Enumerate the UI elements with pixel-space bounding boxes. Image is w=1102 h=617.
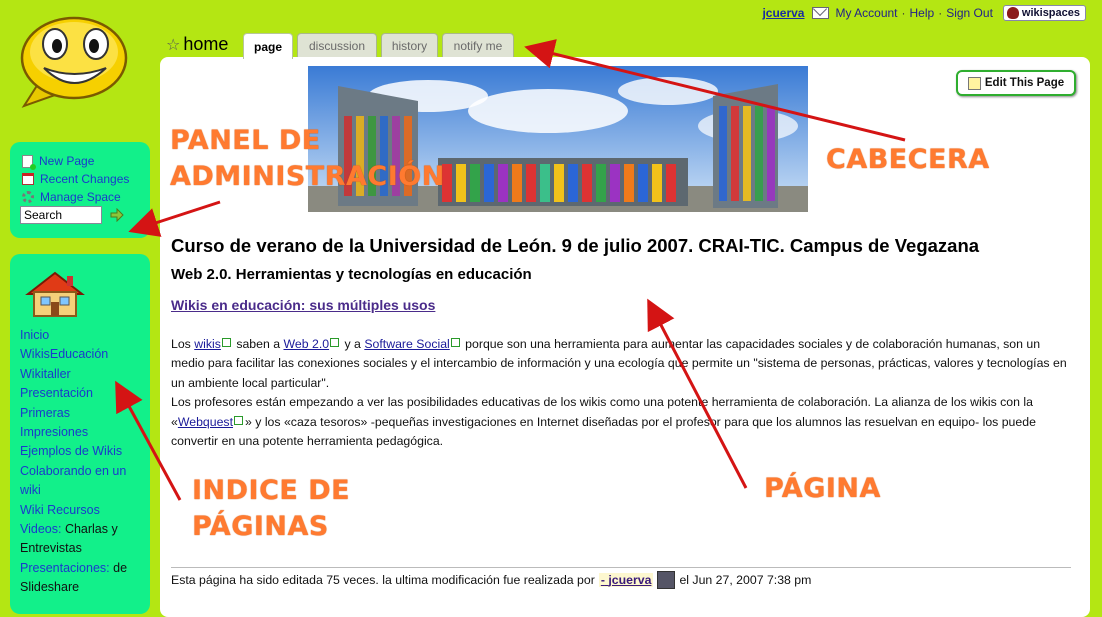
wikis-link[interactable]: wikis [194,337,221,351]
sidebar-item-link[interactable]: Ejemplos de Wikis [20,444,122,458]
paragraph-1: Los wikis saben a Web 2.0 y a Software S… [171,335,1071,393]
sidebar-item[interactable]: Slideshare [20,578,138,597]
footer-username[interactable]: jcuerva [608,573,651,587]
sidebar-item-link[interactable]: Wikitaller [20,367,71,381]
sidebar-item-link[interactable]: Inicio [20,328,49,342]
help-link[interactable]: Help [910,6,935,20]
username-link[interactable]: jcuerva [762,6,804,20]
web20-link[interactable]: Web 2.0 [284,337,330,351]
text-run: saben a [232,337,284,351]
sidebar-item-link[interactable]: Presentación [20,386,93,400]
body-text: Los wikis saben a Web 2.0 y a Software S… [171,335,1071,451]
manage-space-item[interactable]: Manage Space [22,190,121,204]
tab-discussion[interactable]: discussion [297,33,377,58]
sidebar-item[interactable]: wiki [20,481,138,500]
sidebar-item[interactable]: Ejemplos de Wikis [20,442,138,461]
edit-this-page-label: Edit This Page [984,77,1065,89]
calendar-icon [22,173,34,185]
sidebar-item[interactable]: Presentación [20,384,138,403]
external-link-icon [234,415,243,425]
sidebar-item-link[interactable]: Impresiones [20,425,88,439]
new-page-icon [22,154,36,170]
avatar[interactable] [657,571,676,589]
sidebar-item[interactable]: Impresiones [20,423,138,442]
external-link-icon [450,338,460,348]
page-index-list: Inicio WikisEducación Wikitaller Presentaci… [20,326,138,598]
text-run: y a [341,337,365,351]
page-name: home [183,34,229,54]
footer-date: el Jun 27, 2007 7:38 pm [679,573,812,587]
page-title: ☆ home [166,34,228,55]
annotation-admin-1: PANEL DE [170,125,321,156]
sidebar-item[interactable]: Presentaciones: de [20,559,138,578]
footer-edit-info: Esta página ha sido editada 75 veces. la… [171,573,595,587]
search-input[interactable] [20,206,102,224]
sidebar-item-link[interactable]: Presentaciones: [20,561,110,575]
footer-dash: - [600,573,605,587]
tab-notify-me[interactable]: notify me [442,33,514,58]
separator: · [901,6,906,20]
sidebar-item-label: Slideshare [20,580,80,595]
annotation-indice-1: INDICE DE [192,475,351,506]
software-social-link[interactable]: Software Social [364,337,449,351]
recent-changes-item[interactable]: Recent Changes [22,172,129,186]
annotation-cabecera: CABECERA [826,144,990,175]
gear-icon [22,191,34,203]
sidebar-item[interactable]: Videos: Charlas y [20,520,138,539]
sidebar-item[interactable]: Colaborando en un [20,462,138,481]
wikispaces-logo-icon [1006,7,1019,19]
webquest-link[interactable]: Webquest [178,415,233,429]
footer-user-chip[interactable]: - jcuerva [598,573,654,587]
recent-changes-link[interactable]: Recent Changes [40,172,129,186]
tab-history[interactable]: history [381,33,438,58]
sidebar-item-link[interactable]: wiki [20,483,41,497]
page-index-panel: Inicio WikisEducación Wikitaller Presentaci… [10,254,150,614]
star-icon[interactable]: ☆ [166,35,180,55]
new-page-link[interactable]: New Page [39,154,94,168]
text-run: Los [171,337,195,351]
wikispaces-badge-label: wikispaces [1021,7,1080,19]
footer-divider [171,567,1071,568]
sidebar-item[interactable]: Entrevistas [20,539,138,558]
house-icon[interactable] [24,270,86,318]
sign-out-link[interactable]: Sign Out [946,6,993,20]
top-bar: jcuerva My Account · Help · Sign Out wik… [762,4,1086,22]
manage-space-link[interactable]: Manage Space [40,190,121,204]
page-subheading: Web 2.0. Herramientas y tecnologías en e… [171,266,532,283]
sidebar-item[interactable]: Primeras [20,404,138,423]
admin-panel: New Page Recent Changes Manage Space [10,142,150,238]
sidebar-item-link[interactable]: Wiki Recursos [20,503,100,517]
sidebar-item-suffix: de [109,560,128,575]
smiley-logo[interactable] [18,14,130,110]
sidebar-item-link[interactable]: Colaborando en un [20,464,126,478]
search-go-arrow-icon[interactable] [110,208,124,222]
page-footer: Esta página ha sido editada 75 veces. la… [171,571,811,589]
sidebar-item-suffix: Charlas y [61,522,118,537]
tab-page[interactable]: page [243,33,293,59]
new-page-item[interactable]: New Page [22,154,94,170]
sidebar-item[interactable]: Inicio [20,326,138,345]
sidebar-item-link[interactable]: Videos: [20,522,61,536]
my-account-link[interactable]: My Account [835,6,897,20]
wikis-education-link[interactable]: Wikis en educación: sus múltiples usos [171,297,435,313]
sidebar-item-link[interactable]: WikisEducación [20,347,108,361]
page-heading: Curso de verano de la Universidad de Leó… [171,235,980,256]
sidebar-item[interactable]: Wikitaller [20,365,138,384]
external-link-icon [330,338,340,348]
wikispaces-badge[interactable]: wikispaces [1002,5,1086,21]
sidebar-item[interactable]: Wiki Recursos [20,501,138,520]
sidebar-item[interactable]: WikisEducación [20,345,138,364]
separator: · [938,6,943,20]
text-run: » y los «caza tesoros» -pequeñas investi… [171,414,1036,449]
edit-this-page-button[interactable]: Edit This Page [956,70,1076,96]
annotation-indice-2: PÁGINAS [192,511,329,542]
paragraph-2: Los profesores están empezando a ver las… [171,393,1071,451]
annotation-pagina: PÁGINA [764,473,881,504]
external-link-icon [221,338,231,348]
annotation-admin-2: ADMINISTRACIÓN [170,161,445,192]
pencil-icon [967,76,981,90]
sidebar-item-label: Entrevistas [20,541,82,556]
mail-icon[interactable] [812,7,830,19]
sidebar-item-link[interactable]: Primeras [20,406,70,420]
